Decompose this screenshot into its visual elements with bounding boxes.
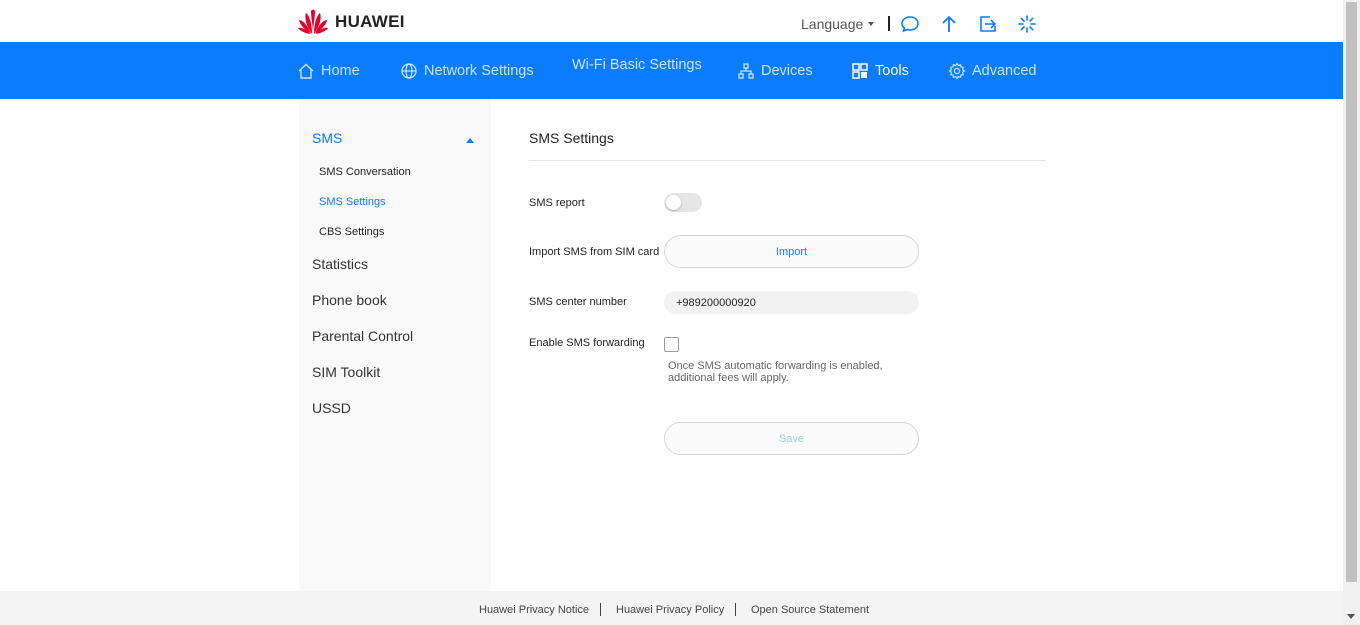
scrollbar-thumb[interactable] [1346, 2, 1357, 582]
page-scrollbar[interactable] [1343, 0, 1360, 625]
header-divider [888, 16, 890, 31]
nav-home-label: Home [321, 62, 360, 79]
footer-divider [735, 603, 736, 616]
sms-report-toggle[interactable] [664, 193, 702, 212]
sms-forwarding-label: Enable SMS forwarding [529, 337, 645, 349]
sms-center-number-label: SMS center number [529, 296, 627, 308]
chevron-up-icon[interactable] [466, 138, 474, 143]
logout-icon[interactable] [978, 14, 998, 34]
sidebar-group-parental-control[interactable]: Parental Control [312, 328, 413, 344]
scroll-down-arrow-icon[interactable] [1347, 614, 1355, 619]
upload-icon[interactable] [939, 14, 959, 34]
devices-icon [738, 62, 754, 79]
save-button[interactable]: Save [664, 422, 919, 455]
sidebar-group-label: SIM Toolkit [312, 364, 381, 380]
message-icon[interactable] [900, 14, 920, 34]
tools-icon [852, 62, 868, 79]
sidebar-group-label: USSD [312, 400, 351, 416]
sidebar-item-label: SMS Conversation [319, 166, 411, 178]
language-selector[interactable]: Language [801, 16, 875, 32]
nav-tools-label: Tools [875, 62, 909, 79]
footer-divider [600, 603, 601, 616]
chevron-down-icon [868, 22, 875, 26]
main-nav: Home Network Settings Wi-Fi Basic Settin… [0, 42, 1343, 99]
sidebar: SMS SMS Conversation SMS Settings CBS Se… [299, 99, 491, 591]
sidebar-group-sim-toolkit[interactable]: SIM Toolkit [312, 364, 380, 380]
gear-icon [948, 61, 966, 80]
sidebar-group-phone-book[interactable]: Phone book [312, 292, 387, 308]
nav-wifi-basic-settings[interactable]: Wi-Fi Basic Settings [572, 36, 702, 93]
toggle-knob [666, 195, 681, 210]
home-icon [298, 63, 314, 79]
sidebar-group-statistics[interactable]: Statistics [312, 256, 368, 272]
footer: Huawei Privacy Notice Huawei Privacy Pol… [0, 591, 1343, 625]
sidebar-group-label: Phone book [312, 292, 387, 308]
import-sms-label: Import SMS from SIM card [529, 246, 660, 258]
sidebar-group-sms-label: SMS [312, 130, 343, 146]
footer-link-privacy-policy[interactable]: Huawei Privacy Policy [616, 604, 724, 616]
forwarding-note: Once SMS automatic forwarding is enabled… [668, 360, 883, 384]
sidebar-item-label: CBS Settings [319, 226, 385, 238]
footer-link-privacy-notice[interactable]: Huawei Privacy Notice [479, 604, 589, 616]
nav-advanced[interactable]: Advanced [948, 42, 1037, 99]
nav-advanced-label: Advanced [972, 62, 1037, 79]
nav-wifi-basic-settings-label: Wi-Fi Basic Settings [572, 56, 702, 73]
sidebar-group-label: Parental Control [312, 328, 414, 344]
sidebar-group-label: Statistics [312, 256, 369, 272]
nav-home[interactable]: Home [297, 42, 360, 99]
import-button[interactable]: Import [664, 235, 919, 268]
language-label: Language [801, 16, 864, 32]
sidebar-item-sms-settings[interactable]: SMS Settings [319, 196, 386, 208]
nav-tools[interactable]: Tools [851, 42, 909, 99]
page-title: SMS Settings [529, 130, 614, 146]
huawei-logo[interactable]: HUAWEI [297, 9, 405, 35]
title-divider [529, 160, 1046, 161]
sms-center-number-input[interactable] [664, 291, 919, 314]
huawei-flower-icon [298, 9, 328, 34]
sidebar-group-ussd[interactable]: USSD [312, 400, 351, 416]
sidebar-item-cbs-settings[interactable]: CBS Settings [319, 226, 384, 238]
footer-link-open-source[interactable]: Open Source Statement [751, 604, 869, 616]
nav-devices[interactable]: Devices [737, 42, 813, 99]
nav-network-settings-label: Network Settings [424, 62, 534, 79]
nav-devices-label: Devices [761, 62, 813, 79]
sidebar-item-sms-conversation[interactable]: SMS Conversation [319, 166, 411, 178]
nav-network-settings[interactable]: Network Settings [400, 42, 534, 99]
sidebar-item-label: SMS Settings [319, 196, 386, 208]
globe-icon [401, 62, 417, 79]
sidebar-group-sms[interactable]: SMS [312, 130, 342, 146]
sms-report-label: SMS report [529, 197, 585, 209]
brand-name: HUAWEI [335, 12, 405, 31]
loading-spinner-icon [1018, 15, 1036, 33]
sms-forwarding-checkbox[interactable] [664, 337, 679, 352]
